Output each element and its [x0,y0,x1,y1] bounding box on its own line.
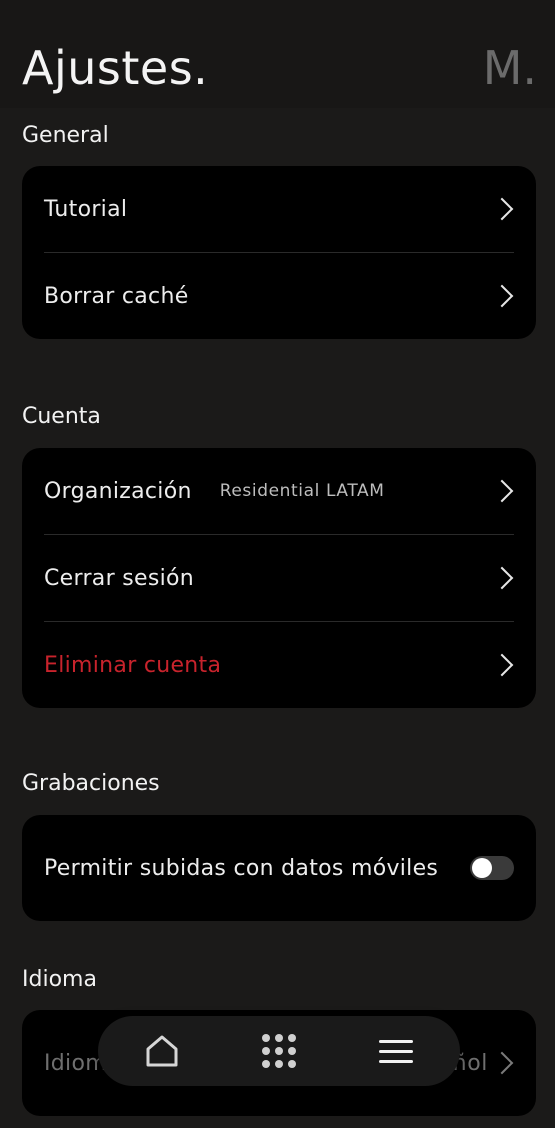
section-title-grabaciones: Grabaciones [22,771,160,796]
settings-item-tutorial[interactable]: Tutorial [44,166,514,253]
item-label: Permitir subidas con datos móviles [44,855,439,881]
nav-menu-button[interactable] [356,1016,436,1086]
settings-item-organization[interactable]: Organización Residential LATAM [44,448,514,535]
chevron-right-icon [490,197,514,221]
item-label: Eliminar cuenta [44,652,222,678]
card-cuenta: Organización Residential LATAM Cerrar se… [22,448,536,708]
nav-home-button[interactable] [122,1016,202,1086]
item-label: Cerrar sesión [44,565,194,591]
item-label: Borrar caché [44,283,189,309]
chevron-right-icon [490,479,514,503]
settings-item-delete-account[interactable]: Eliminar cuenta [44,622,514,708]
settings-item-logout[interactable]: Cerrar sesión [44,535,514,622]
item-label: Tutorial [44,196,128,222]
menu-icon [379,1033,413,1070]
grid-icon [262,1034,296,1068]
toggle-knob [472,858,492,878]
chevron-right-icon [490,284,514,308]
page-title: Ajustes. [22,41,209,95]
section-title-idioma: Idioma [22,967,97,992]
card-grabaciones: Permitir subidas con datos móviles [22,815,536,921]
settings-item-mobile-uploads[interactable]: Permitir subidas con datos móviles [44,825,514,911]
home-icon [146,1035,178,1067]
chevron-right-icon [490,1051,514,1075]
card-general: Tutorial Borrar caché [22,166,536,339]
settings-item-clear-cache[interactable]: Borrar caché [44,253,514,339]
organization-value: Residential LATAM [219,481,385,501]
chevron-right-icon [490,653,514,677]
avatar[interactable]: M. [483,40,537,96]
bottom-nav [98,1016,460,1086]
item-label: Organización [44,478,192,504]
section-title-general: General [22,123,109,148]
nav-grid-button[interactable] [239,1016,319,1086]
section-title-cuenta: Cuenta [22,404,101,429]
mobile-data-toggle[interactable] [470,856,514,880]
chevron-right-icon [490,566,514,590]
header: Ajustes. M. [0,0,555,108]
